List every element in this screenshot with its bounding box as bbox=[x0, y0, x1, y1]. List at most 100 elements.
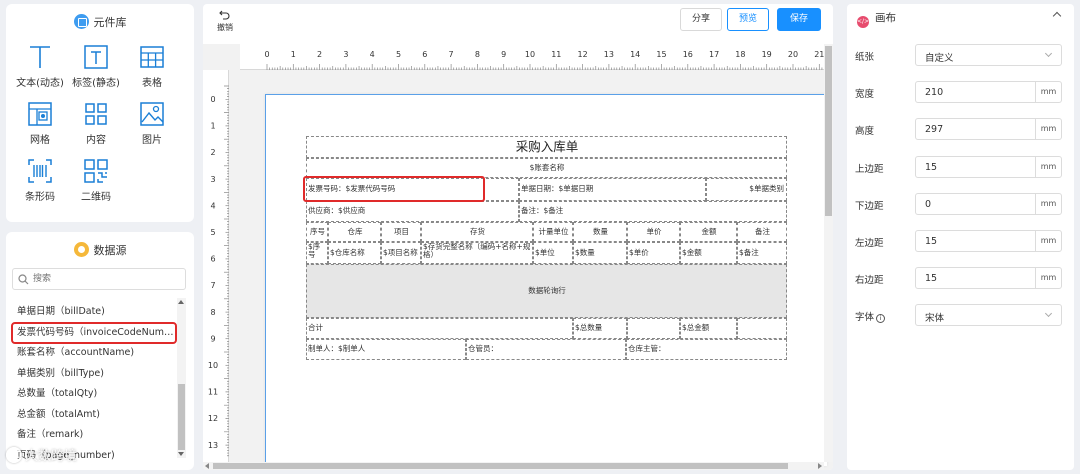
tool-content[interactable]: 内容 bbox=[68, 101, 124, 146]
scrollbar-thumb[interactable] bbox=[825, 46, 832, 216]
table-icon bbox=[140, 46, 164, 68]
ruler-number: 19 bbox=[762, 50, 772, 59]
canvas-horizontal-scrollbar[interactable] bbox=[203, 462, 824, 470]
qrcode-icon bbox=[84, 159, 108, 183]
tool-table[interactable]: 表格 bbox=[124, 44, 180, 89]
ruler-number: 1 bbox=[210, 122, 215, 131]
datasource-item[interactable]: 单据日期（billDate) bbox=[12, 302, 176, 323]
component-library-title: 元件库 bbox=[93, 16, 127, 29]
info-icon[interactable]: i bbox=[876, 314, 886, 323]
account-name-cell[interactable]: $账套名称 bbox=[306, 158, 787, 178]
paper-select[interactable]: 自定义 bbox=[915, 44, 1062, 66]
datasource-item[interactable]: 总数量（totalQty) bbox=[12, 384, 176, 405]
manager-cell[interactable]: 仓库主管： bbox=[626, 339, 787, 360]
canvas-header[interactable]: </> 画布 bbox=[857, 10, 896, 28]
left-margin-input[interactable]: 15 mm bbox=[915, 230, 1062, 252]
header-remark[interactable]: 备注 bbox=[737, 222, 787, 242]
image-icon bbox=[140, 102, 164, 126]
header-price[interactable]: 单价 bbox=[627, 222, 680, 242]
undo-label: 撤销 bbox=[217, 23, 233, 32]
grid-icon bbox=[28, 102, 52, 126]
scroll-left-arrow-icon[interactable] bbox=[205, 463, 209, 469]
bottom-margin-input[interactable]: 0 mm bbox=[915, 193, 1062, 215]
data-loop-row[interactable]: 数据轮询行 bbox=[306, 264, 787, 318]
right-margin-input[interactable]: 15 mm bbox=[915, 267, 1062, 289]
ruler-number: 2 bbox=[317, 50, 322, 59]
field-amount[interactable]: $金额 bbox=[680, 242, 737, 264]
datasource-item[interactable]: 单据类别（billType) bbox=[12, 364, 176, 385]
right-margin-label: 右边距 bbox=[855, 275, 884, 286]
watermark-circle-icon bbox=[6, 447, 22, 463]
total-empty-cell[interactable] bbox=[737, 318, 787, 339]
paper-value: 自定义 bbox=[925, 53, 954, 64]
total-label-cell[interactable]: 合计 bbox=[306, 318, 573, 339]
datasource-item[interactable]: 备注（remark) bbox=[12, 425, 176, 446]
bottom-margin-value: 0 bbox=[925, 199, 932, 210]
tool-grid[interactable]: 网格 bbox=[12, 101, 68, 146]
field-remark[interactable]: $备注 bbox=[737, 242, 787, 264]
top-margin-input[interactable]: 15 mm bbox=[915, 156, 1062, 178]
field-project[interactable]: $项目名称 bbox=[381, 242, 421, 264]
total-empty-cell[interactable] bbox=[627, 318, 680, 339]
field-unit[interactable]: $单位 bbox=[533, 242, 573, 264]
scrollbar-thumb[interactable] bbox=[213, 463, 788, 469]
width-input[interactable]: 210 mm bbox=[915, 81, 1062, 103]
tool-label: 标签(静态) bbox=[72, 78, 120, 89]
field-qty[interactable]: $数量 bbox=[573, 242, 627, 264]
ruler-number: 20 bbox=[788, 50, 798, 59]
tool-text-dynamic[interactable]: 文本(动态) bbox=[12, 44, 68, 89]
undo-button[interactable]: 撤销 bbox=[217, 10, 233, 33]
tool-image[interactable]: 图片 bbox=[124, 101, 180, 146]
search-input[interactable] bbox=[33, 271, 179, 287]
scroll-up-arrow-icon[interactable] bbox=[178, 300, 184, 304]
header-qty[interactable]: 数量 bbox=[573, 222, 627, 242]
preview-button[interactable]: 预览 bbox=[727, 8, 769, 31]
height-input[interactable]: 297 mm bbox=[915, 118, 1062, 140]
datasource-scrollbar[interactable] bbox=[177, 298, 186, 458]
tool-label: 内容 bbox=[86, 135, 106, 146]
tool-label: 二维码 bbox=[81, 192, 111, 203]
canvas-vertical-scrollbar[interactable] bbox=[824, 44, 833, 462]
ruler-number: 9 bbox=[210, 334, 215, 343]
maker-cell[interactable]: 制单人：$制单人 bbox=[306, 339, 466, 360]
font-select[interactable]: 宋体 bbox=[915, 304, 1062, 326]
top-margin-value: 15 bbox=[925, 162, 938, 173]
tool-qrcode[interactable]: 二维码 bbox=[68, 158, 124, 203]
scrollbar-thumb[interactable] bbox=[178, 384, 185, 450]
supplier-cell[interactable]: 供应商：$供应商 bbox=[306, 201, 519, 222]
share-button[interactable]: 分享 bbox=[680, 8, 722, 31]
unit-label: mm bbox=[1035, 119, 1061, 139]
keeper-cell[interactable]: 仓管员： bbox=[466, 339, 626, 360]
save-button[interactable]: 保存 bbox=[777, 8, 821, 31]
header-amount[interactable]: 金额 bbox=[680, 222, 737, 242]
datasource-item-selected[interactable]: 发票代码号码（invoiceCodeNumber) bbox=[11, 321, 177, 344]
top-margin-row: 上边距 15 mm bbox=[847, 156, 1074, 178]
datasource-search[interactable] bbox=[12, 268, 186, 290]
datasource-item[interactable]: 总金额（totalAmt) bbox=[12, 405, 176, 426]
field-seq[interactable]: $序号 bbox=[306, 242, 328, 264]
header-warehouse[interactable]: 仓库 bbox=[328, 222, 381, 242]
header-inventory[interactable]: 存货 bbox=[421, 222, 533, 242]
header-unit[interactable]: 计量单位 bbox=[533, 222, 573, 242]
total-qty-cell[interactable]: $总数量 bbox=[573, 318, 627, 339]
header-seq[interactable]: 序号 bbox=[306, 222, 328, 242]
bill-date-cell[interactable]: 单据日期：$单据日期 bbox=[519, 178, 706, 201]
field-warehouse[interactable]: $仓库名称 bbox=[328, 242, 381, 264]
total-amount-cell[interactable]: $总金额 bbox=[680, 318, 737, 339]
paper-row: 纸张 自定义 bbox=[847, 44, 1074, 66]
report-title[interactable]: 采购入库单 bbox=[306, 136, 787, 158]
chevron-down-icon bbox=[1044, 49, 1053, 58]
datasource-item[interactable]: 账套名称（accountName) bbox=[12, 343, 176, 364]
header-project[interactable]: 项目 bbox=[381, 222, 421, 242]
scroll-down-arrow-icon[interactable] bbox=[178, 452, 184, 456]
field-inventory[interactable]: $存货完整名称（编码+名称+规格） bbox=[421, 242, 533, 264]
remark-cell[interactable]: 备注：$备注 bbox=[519, 201, 787, 222]
ruler-number: 12 bbox=[208, 414, 218, 423]
scroll-right-arrow-icon[interactable] bbox=[818, 463, 822, 469]
bill-type-cell[interactable]: $单据类别 bbox=[706, 178, 787, 201]
field-price[interactable]: $单价 bbox=[627, 242, 680, 264]
tool-barcode[interactable]: 条形码 bbox=[12, 158, 68, 203]
datasource-header: 数据源 bbox=[6, 242, 194, 258]
collapse-chevron-up-icon[interactable] bbox=[1052, 11, 1062, 21]
tool-label-static[interactable]: 标签(静态) bbox=[68, 44, 124, 89]
